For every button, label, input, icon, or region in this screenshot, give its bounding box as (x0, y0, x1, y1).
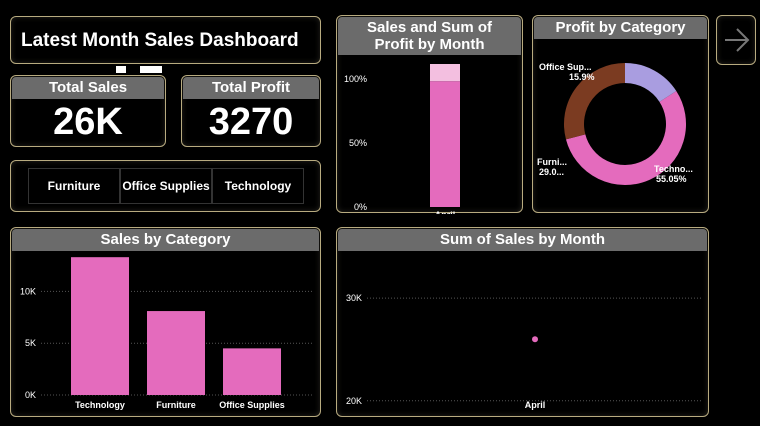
total-profit-label: Total Profit (183, 77, 319, 99)
y-tick-label: 30K (346, 293, 362, 303)
sales-month-title: Sum of Sales by Month (338, 229, 707, 251)
slicer-item-technology[interactable]: Technology (212, 168, 304, 204)
title-panel: Latest Month Sales Dashboard (10, 16, 321, 64)
slice-name-label: Techno... (654, 164, 693, 174)
total-sales-label: Total Sales (12, 77, 164, 99)
slice-percent-label: 55.05% (656, 174, 687, 184)
sales-month-chart: 20K 30K April (346, 293, 702, 410)
category-slicer: Furniture Office Supplies Technology (10, 160, 321, 212)
sales-profit-month-card: Sales and Sum of Profit by Month 0% 50% 10… (336, 15, 523, 214)
bar (147, 311, 205, 395)
x-tick-label: Technology (75, 400, 125, 410)
y-tick-label: 0K (25, 390, 36, 400)
slice-name-label: Furni... (537, 157, 567, 167)
bar (71, 257, 129, 395)
y-tick-label: 10K (20, 286, 36, 296)
total-profit-card: Total Profit 3270 (181, 75, 321, 147)
stack-segment (430, 64, 460, 82)
donut-slice (624, 63, 677, 103)
data-point (532, 336, 538, 343)
sales-profit-month-title: Sales and Sum of Profit by Month (338, 17, 521, 55)
slicer-item-furniture[interactable]: Furniture (28, 168, 120, 204)
dashboard-title: Latest Month Sales Dashboard (21, 30, 299, 51)
bar (223, 348, 281, 395)
total-profit-value: 3270 (208, 101, 294, 143)
stack-segment (430, 81, 460, 207)
sales-month-card: Sum of Sales by Month 20K 30K April (336, 227, 709, 417)
y-tick-label: 20K (346, 396, 362, 406)
slice-percent-label: 15.9% (569, 72, 595, 82)
y-tick-label: 100% (344, 74, 367, 84)
profit-category-chart: Techno...55.05% Furni...29.0... Office Sup… (537, 62, 693, 185)
decor-block (116, 66, 126, 73)
profit-category-card: Profit by Category Techno... 55.05% Furni.… (532, 15, 709, 213)
y-tick-label: 50% (349, 138, 367, 148)
next-page-button[interactable] (716, 15, 756, 65)
slicer-item-office-supplies[interactable]: Office Supplies (120, 168, 212, 204)
decor-block (140, 66, 162, 73)
x-tick-label: April (525, 400, 546, 410)
y-tick-label: 0% (354, 202, 367, 212)
slice-name-label: Office Sup... (539, 62, 592, 72)
profit-category-title: Profit by Category (534, 17, 707, 39)
sales-profit-month-chart: 0% 50% 100% April (344, 64, 460, 214)
total-sales-value: 26K (53, 101, 123, 143)
x-tick-label: Office Supplies (219, 400, 285, 410)
sales-category-title: Sales by Category (12, 229, 319, 251)
y-tick-label: 5K (25, 338, 36, 348)
sales-category-chart: 0K 5K 10K Technology Furniture Office Supplie… (20, 257, 314, 410)
donut-slice (564, 63, 626, 140)
total-sales-card: Total Sales 26K (10, 75, 166, 147)
slice-percent-label: 29.0... (539, 167, 564, 177)
x-tick-label: April (435, 210, 456, 214)
x-tick-label: Furniture (156, 400, 196, 410)
arrow-right-icon (725, 28, 750, 52)
sales-category-card: Sales by Category 0K 5K 10K Technology Furni… (10, 227, 321, 417)
